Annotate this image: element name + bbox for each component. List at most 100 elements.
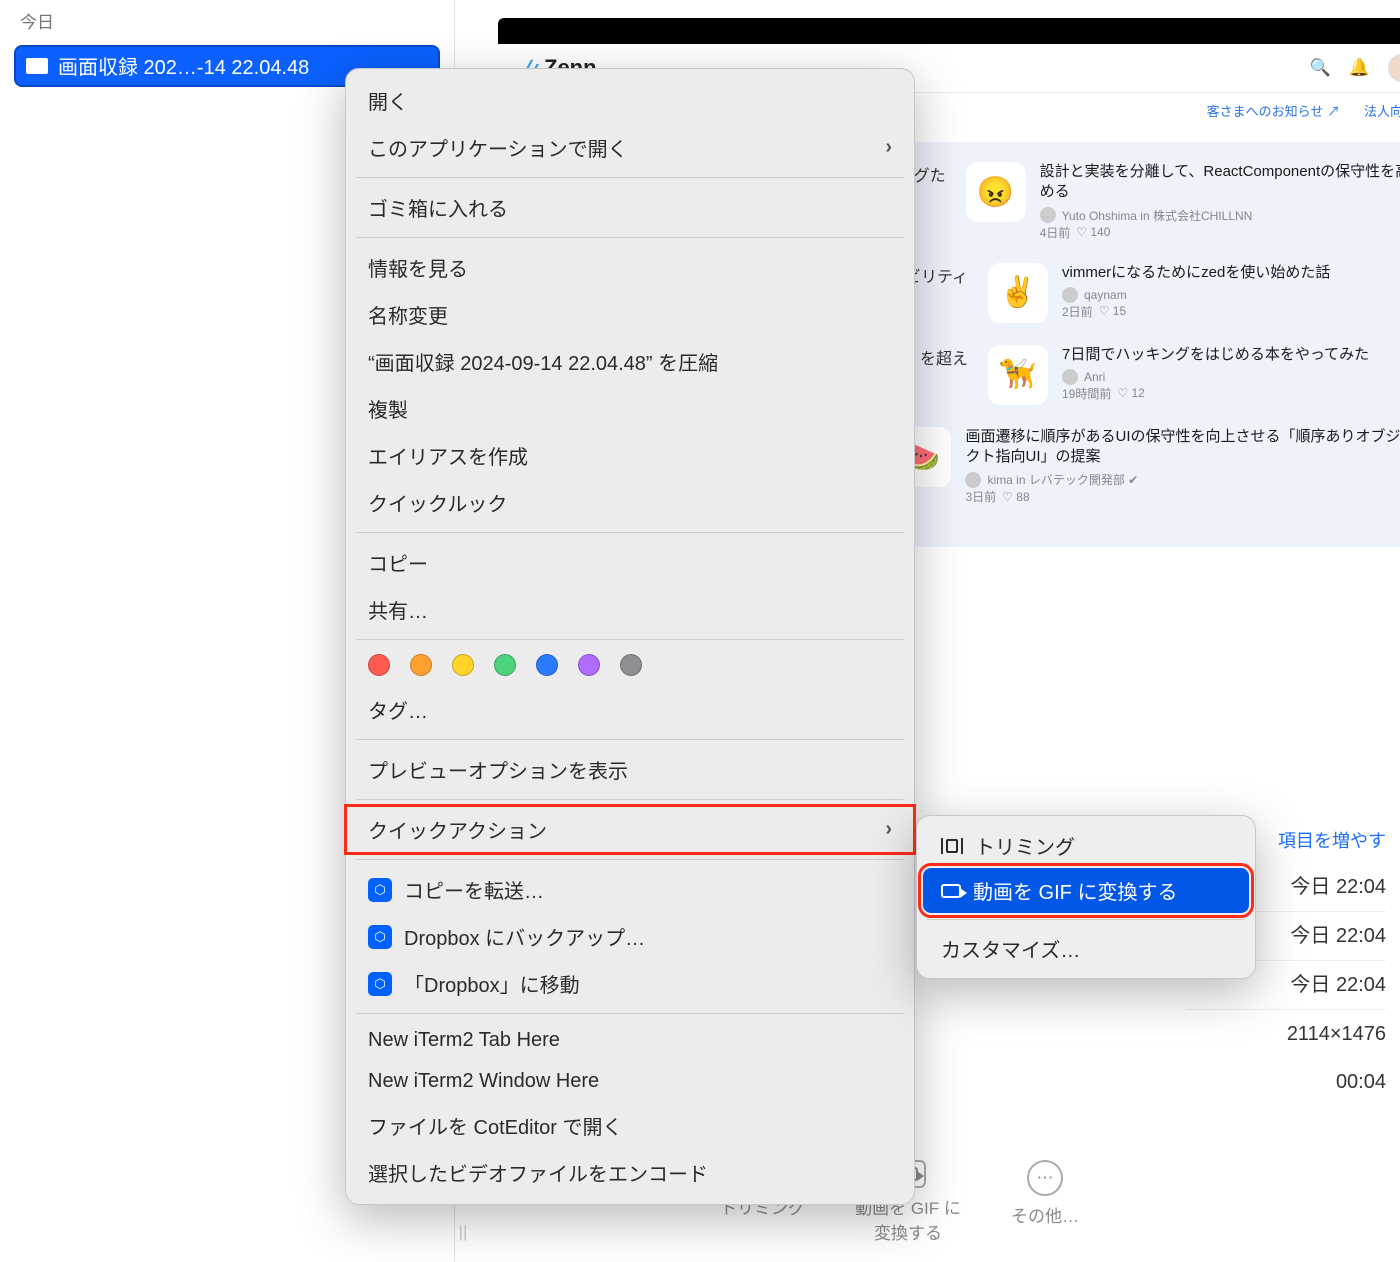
meta-dimensions: 2114×1476 xyxy=(1186,1010,1386,1058)
menu-item[interactable]: New iTerm2 Window Here xyxy=(346,1061,914,1102)
menu-item-label: 「Dropbox」に移動 xyxy=(404,969,580,998)
article-stats: 19時間前 12 xyxy=(1062,385,1369,402)
tag-colors[interactable] xyxy=(346,646,914,686)
context-menu[interactable]: 開くこのアプリケーションで開く› ゴミ箱に入れる情報を見る名称変更 “画面収録 20… xyxy=(345,68,915,1205)
menu-item[interactable]: クイックアクション › xyxy=(346,806,914,853)
menu-item-label: コピー xyxy=(368,548,428,577)
avatar[interactable] xyxy=(1388,54,1400,82)
article-meta: Anri xyxy=(1062,369,1369,385)
notice-link[interactable]: 客さまへのお知らせ ↗ xyxy=(1207,101,1340,120)
menu-item-label: コピーを転送… xyxy=(404,875,544,904)
tag-color-dot[interactable] xyxy=(452,654,474,676)
menu-separator xyxy=(356,739,904,740)
menu-separator xyxy=(356,1013,904,1014)
tag-color-dot[interactable] xyxy=(620,654,642,676)
menu-item[interactable]: プレビューオプションを表示 xyxy=(346,746,914,793)
article-meta: kima in レバテック開発部 ✔ xyxy=(965,471,1400,488)
menu-separator xyxy=(927,919,1245,920)
tag-color-dot[interactable] xyxy=(536,654,558,676)
more-icon: ⋯ xyxy=(1027,1160,1063,1196)
more-label: その他… xyxy=(1011,1202,1079,1227)
menu-item-label: プレビューオプションを表示 xyxy=(368,755,628,784)
submenu-trim-label: トリミング xyxy=(975,831,1075,860)
menu-item-label: 名称変更 xyxy=(368,300,448,329)
menu-item-label: エイリアスを作成 xyxy=(368,441,528,470)
menu-separator xyxy=(356,639,904,640)
menu-item-label: 選択したビデオファイルをエンコード xyxy=(368,1158,708,1187)
menu-item[interactable]: 選択したビデオファイルをエンコード xyxy=(346,1149,914,1196)
submenu-convert-gif[interactable]: 動画を GIF に変換する xyxy=(923,868,1249,913)
menu-item-label: クイックルック xyxy=(368,488,507,517)
menu-separator xyxy=(356,237,904,238)
playback-handle-icon[interactable]: || xyxy=(455,1222,471,1242)
menu-item[interactable]: このアプリケーションで開く› xyxy=(346,124,914,171)
menu-item[interactable]: ⬡コピーを転送… xyxy=(346,866,914,913)
menu-item[interactable]: ファイルを CotEditor で開く xyxy=(346,1102,914,1149)
submenu-convert-label: 動画を GIF に変換する xyxy=(973,876,1177,905)
author-avatar-icon xyxy=(1062,287,1078,303)
submenu-customize[interactable]: カスタマイズ… xyxy=(923,926,1249,971)
camera-icon xyxy=(941,884,961,898)
menu-item[interactable]: ゴミ箱に入れる xyxy=(346,184,914,231)
menu-item-label: タグ… xyxy=(368,695,428,724)
menu-item[interactable]: クイックルック xyxy=(346,479,914,526)
submenu-trim[interactable]: トリミング xyxy=(923,823,1249,868)
menu-item[interactable]: コピー xyxy=(346,539,914,586)
article-card[interactable]: 😠設計と実装を分離して、ReactComponentの保守性を高めるYuto O… xyxy=(966,162,1400,241)
menu-item[interactable]: エイリアスを作成 xyxy=(346,432,914,479)
article-card[interactable]: 🦮 7日間でハッキングをはじめる本をやってみた Anri19時間前 12 xyxy=(988,345,1369,405)
author-avatar-icon xyxy=(965,472,981,488)
menu-item-label: ファイルを CotEditor で開く xyxy=(368,1111,622,1140)
tag-color-dot[interactable] xyxy=(368,654,390,676)
menu-item[interactable]: タグ… xyxy=(346,686,914,733)
menu-item[interactable]: “画面収録 2024-09-14 22.04.48” を圧縮 xyxy=(346,338,914,385)
menu-item[interactable]: 情報を見る xyxy=(346,244,914,291)
menu-item[interactable]: 名称変更 xyxy=(346,291,914,338)
article-title: 画面遷移に順序があるUIの保守性を向上させる「順序ありオブジェクト指向UI」の提… xyxy=(965,427,1400,468)
chevron-right-icon: › xyxy=(885,818,892,841)
meta-duration: 00:04 xyxy=(1186,1058,1386,1106)
menu-item-label: ゴミ箱に入れる xyxy=(368,193,508,222)
menu-separator xyxy=(356,859,904,860)
menu-item-label: 開く xyxy=(368,86,408,115)
article-title: 7日間でハッキングをはじめる本をやってみた xyxy=(1062,345,1369,365)
dropbox-icon: ⬡ xyxy=(368,925,392,949)
menu-item[interactable]: New iTerm2 Tab Here xyxy=(346,1020,914,1061)
menu-item-label: 共有… xyxy=(368,595,428,624)
menu-item[interactable]: 開く xyxy=(346,77,914,124)
menu-item-label: 情報を見る xyxy=(368,253,468,282)
menu-item-label: “画面収録 2024-09-14 22.04.48” を圧縮 xyxy=(368,347,718,376)
article-emoji-icon: ✌️ xyxy=(988,263,1048,323)
bell-icon[interactable]: 🔔 xyxy=(1349,58,1370,78)
search-icon[interactable]: 🔍 xyxy=(1310,58,1331,78)
article-stats: 4日前 140 xyxy=(1040,224,1400,241)
tag-color-dot[interactable] xyxy=(494,654,516,676)
more-action[interactable]: ⋯ その他… xyxy=(1011,1160,1079,1244)
menu-separator xyxy=(356,799,904,800)
article-card[interactable]: ✌️vimmerになるためにzedを使い始めた話qaynam2日前 15 xyxy=(988,263,1330,323)
article-title: vimmerになるためにzedを使い始めた話 xyxy=(1062,263,1330,283)
article-meta: qaynam xyxy=(1062,287,1330,303)
article-stats: 3日前 88 xyxy=(965,488,1400,505)
menu-item-label: クイックアクション xyxy=(368,815,547,844)
tag-color-dot[interactable] xyxy=(578,654,600,676)
menu-item[interactable]: 共有… xyxy=(346,586,914,633)
menu-item[interactable]: ⬡ Dropbox にバックアップ… xyxy=(346,913,914,960)
article-emoji-icon: 🦮 xyxy=(988,345,1048,405)
article-emoji-icon: 😠 xyxy=(966,162,1026,222)
article-card[interactable]: 🍉画面遷移に順序があるUIの保守性を向上させる「順序ありオブジェクト指向UI」の… xyxy=(891,427,1400,506)
chevron-right-icon: › xyxy=(885,136,892,159)
menu-item-label: New iTerm2 Tab Here xyxy=(368,1029,560,1052)
author-avatar-icon xyxy=(1062,369,1078,385)
menu-item[interactable]: 複製 xyxy=(346,385,914,432)
menu-item-label: New iTerm2 Window Here xyxy=(368,1070,599,1093)
sidebar-section-label: 今日 xyxy=(0,0,454,41)
menu-item[interactable]: ⬡「Dropbox」に移動 xyxy=(346,960,914,1007)
article-meta: Yuto Ohshima in 株式会社CHILLNN xyxy=(1040,207,1400,224)
corp-link[interactable]: 法人向け xyxy=(1364,101,1400,120)
file-name: 画面収録 202…-14 22.04.48 xyxy=(58,51,309,80)
quick-actions-submenu[interactable]: トリミング 動画を GIF に変換する カスタマイズ… xyxy=(916,815,1256,979)
tag-color-dot[interactable] xyxy=(410,654,432,676)
menu-item-label: Dropbox にバックアップ… xyxy=(404,922,645,951)
trim-icon xyxy=(941,838,963,854)
